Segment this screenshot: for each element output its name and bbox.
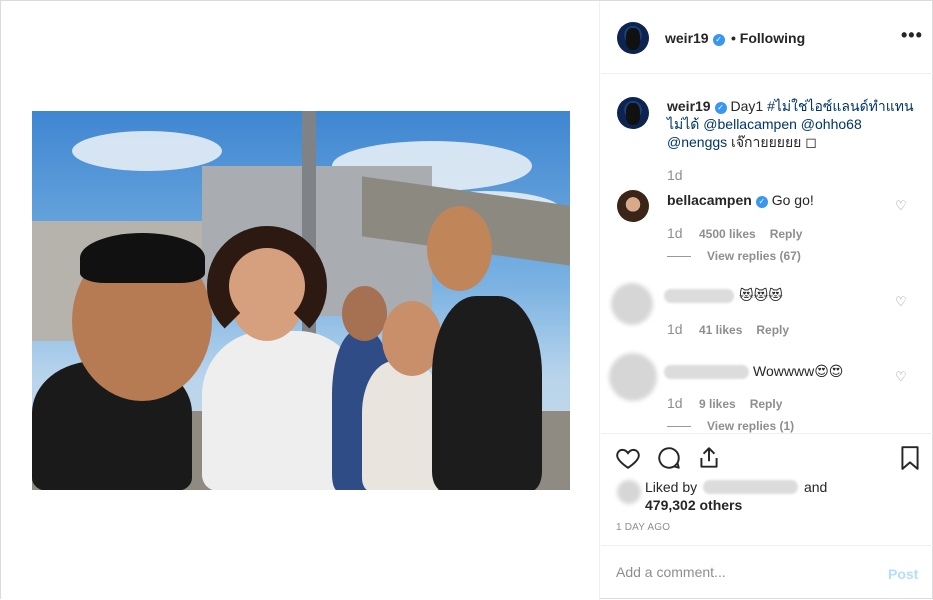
- comment-icon[interactable]: [656, 445, 682, 471]
- post-header: weir19 ✓ • Following •••: [601, 1, 933, 74]
- comments-scroll-area[interactable]: weir19 ✓ Day1 #ไม่ใช่ไอซ์แลนด์ทำแทนไม่ได้…: [601, 75, 933, 433]
- author-username[interactable]: weir19 ✓: [665, 30, 725, 46]
- comment-likes[interactable]: 41 likes: [699, 323, 742, 337]
- comment-text: 😻😻😻: [739, 287, 783, 303]
- comment-reply[interactable]: Reply: [750, 397, 783, 411]
- liked-by-label: Liked by: [645, 479, 698, 495]
- caption-mention[interactable]: @ohho68: [801, 116, 862, 132]
- side-panel: weir19 ✓ • Following ••• weir19 ✓ Day1 #ไม…: [601, 1, 933, 600]
- post-photo[interactable]: [32, 111, 570, 490]
- comment-1: bellacampen ✓ Go go!: [667, 191, 814, 209]
- add-comment-input[interactable]: [616, 564, 866, 580]
- follow-status-label[interactable]: Following: [740, 30, 805, 46]
- commenter-username-blurred[interactable]: [664, 289, 734, 303]
- comment-3: Wowwww😍😍: [753, 362, 843, 380]
- liked-by-and: and: [803, 479, 828, 495]
- likes-count[interactable]: 479,302 others: [645, 497, 742, 513]
- media-pane: [1, 1, 600, 600]
- comment-likes[interactable]: 4500 likes: [699, 227, 756, 241]
- comment-2: 😻😻😻: [739, 286, 783, 304]
- commenter-avatar-blurred[interactable]: [609, 353, 657, 401]
- liker-avatar-blurred[interactable]: [617, 480, 641, 504]
- commenter-avatar[interactable]: [617, 190, 649, 222]
- author-username-text[interactable]: weir19: [665, 30, 709, 46]
- comment-time[interactable]: 1d: [667, 321, 683, 337]
- comment-reply[interactable]: Reply: [770, 227, 803, 241]
- follow-status[interactable]: • Following: [731, 30, 805, 46]
- liker-username-blurred[interactable]: [703, 480, 799, 494]
- comment-like-heart-icon[interactable]: ♡: [895, 295, 907, 308]
- comment-time[interactable]: 1d: [667, 395, 683, 411]
- verified-badge-icon: ✓: [714, 102, 727, 114]
- commenter-avatar-blurred[interactable]: [611, 283, 653, 325]
- author-avatar[interactable]: [617, 22, 649, 54]
- post-dialog: weir19 ✓ • Following ••• weir19 ✓ Day1 #ไม…: [0, 0, 933, 600]
- comment-like-heart-icon[interactable]: ♡: [895, 370, 907, 383]
- comment-meta: 41 likes Reply: [685, 323, 789, 337]
- caption-text-end: เจ๊กายยยยย ◻: [731, 134, 817, 150]
- comment-like-heart-icon[interactable]: ♡: [895, 199, 907, 212]
- commenter-username-blurred[interactable]: [664, 365, 749, 379]
- caption-text: Day1: [730, 98, 764, 114]
- verified-badge-icon: ✓: [755, 196, 768, 208]
- caption-mention[interactable]: @bellacampen: [703, 116, 797, 132]
- comment-text: Go go!: [771, 192, 814, 208]
- post-actions: Liked by and 479,302 others 1 DAY AGO: [601, 433, 933, 545]
- view-replies[interactable]: View replies (1): [667, 419, 794, 433]
- more-icon[interactable]: •••: [901, 25, 923, 46]
- comment-meta: 9 likes Reply: [685, 397, 782, 411]
- comment-meta: 4500 likes Reply: [685, 227, 802, 241]
- comment-likes[interactable]: 9 likes: [699, 397, 736, 411]
- comment-time[interactable]: 1d: [667, 225, 683, 241]
- heart-icon[interactable]: [615, 445, 641, 471]
- liked-by: Liked by and 479,302 others: [645, 478, 827, 514]
- comment-reply[interactable]: Reply: [756, 323, 789, 337]
- view-replies[interactable]: View replies (67): [667, 249, 801, 263]
- add-comment-bar: Post: [601, 545, 933, 600]
- post-comment-button[interactable]: Post: [888, 566, 918, 582]
- caption: weir19 ✓ Day1 #ไม่ใช่ไอซ์แลนด์ทำแทนไม่ได้…: [667, 97, 922, 151]
- share-icon[interactable]: [696, 445, 722, 471]
- bookmark-icon[interactable]: [897, 445, 923, 471]
- caption-mention[interactable]: @nenggs: [667, 134, 727, 150]
- caption-time[interactable]: 1d: [667, 167, 683, 183]
- caption-avatar[interactable]: [617, 97, 649, 129]
- verified-badge-icon: ✓: [712, 34, 725, 46]
- comment-text: Wowwww😍😍: [753, 363, 844, 379]
- caption-username[interactable]: weir19: [667, 98, 711, 114]
- post-timestamp[interactable]: 1 DAY AGO: [616, 522, 670, 533]
- comment-username[interactable]: bellacampen: [667, 192, 752, 208]
